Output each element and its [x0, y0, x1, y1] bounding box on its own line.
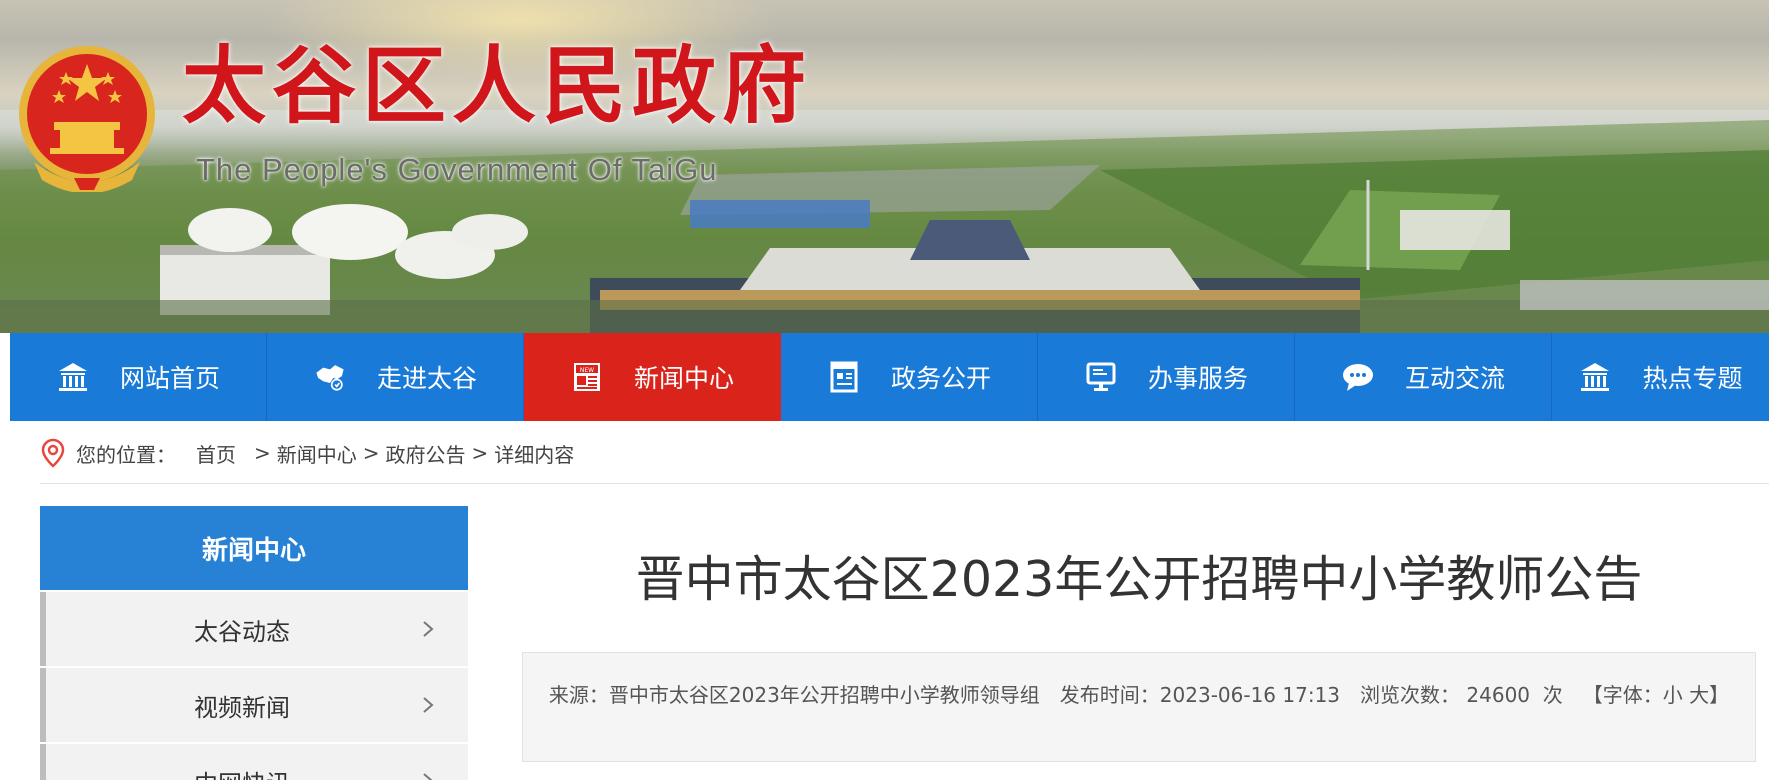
sidebar-item-label: 视频新闻	[194, 693, 290, 722]
sidebar-item-video-news[interactable]: 视频新闻	[40, 668, 468, 742]
nav-item-news[interactable]: NEW 新闻中心	[524, 333, 781, 421]
nav-item-services[interactable]: 办事服务	[1038, 333, 1295, 421]
meta-font-suffix: 】	[1709, 683, 1730, 707]
nav-label: 政务公开	[890, 364, 991, 393]
breadcrumb-prefix: 您的位置：	[76, 442, 176, 467]
header-banner: 太谷区人民政府 The People's Government Of TaiGu	[0, 0, 1769, 333]
monitor-icon	[1084, 360, 1118, 394]
nav-item-topics[interactable]: 热点专题	[1552, 333, 1769, 421]
breadcrumb: 您的位置： 首页 > 新闻中心 > 政府公告 > 详细内容	[40, 432, 574, 474]
site-title: 太谷区人民政府	[182, 36, 813, 135]
sidebar: 新闻中心 太谷动态 视频新闻 中网快讯	[40, 506, 468, 780]
breadcrumb-link-detail[interactable]: 详细内容	[494, 439, 574, 468]
meta-views-unit: 次	[1542, 683, 1563, 707]
chat-icon	[1341, 360, 1375, 394]
nav-label: 新闻中心	[633, 364, 734, 393]
institution-icon	[1578, 360, 1612, 394]
sidebar-item-label: 太谷动态	[194, 617, 290, 646]
meta-views-label: 浏览次数：	[1360, 683, 1461, 707]
meta-source-label: 来源：	[548, 683, 609, 707]
nav-item-interaction[interactable]: 互动交流	[1295, 333, 1552, 421]
nav-label: 网站首页	[119, 364, 220, 393]
sidebar-item-taigu-news[interactable]: 太谷动态	[40, 592, 468, 666]
document-icon	[827, 360, 861, 394]
nav-item-gov-affairs[interactable]: 政务公开	[781, 333, 1038, 421]
institution-icon	[56, 360, 90, 394]
svg-text:NEW: NEW	[580, 367, 594, 374]
sidebar-title: 新闻中心	[40, 506, 468, 590]
nav-label: 走进太谷	[376, 364, 477, 393]
chevron-right-icon	[423, 697, 434, 713]
chevron-right-icon	[423, 773, 433, 780]
meta-font-prefix: 【字体：	[1582, 683, 1663, 707]
nav-label: 互动交流	[1404, 364, 1505, 393]
font-size-small-button[interactable]: 小	[1663, 683, 1683, 707]
breadcrumb-link-news[interactable]: 新闻中心	[277, 439, 357, 468]
nav-item-about[interactable]: 走进太谷	[267, 333, 524, 421]
breadcrumb-link-home[interactable]: 首页	[196, 439, 236, 468]
sidebar-item-flash-news[interactable]: 中网快讯	[40, 744, 468, 780]
map-region-icon	[313, 360, 347, 394]
breadcrumb-separator: >	[471, 441, 489, 465]
location-pin-icon	[41, 438, 65, 468]
breadcrumb-link-announcements[interactable]: 政府公告	[386, 439, 466, 468]
meta-publish-time: 2023-06-16 17:13	[1159, 683, 1341, 707]
breadcrumb-separator: >	[362, 441, 380, 465]
breadcrumb-divider	[40, 483, 1769, 484]
meta-views-count: 24600	[1466, 683, 1531, 707]
nav-label: 热点专题	[1642, 364, 1743, 393]
news-icon: NEW	[570, 360, 604, 394]
chevron-right-icon	[423, 621, 434, 637]
meta-source: 晋中市太谷区2023年公开招聘中小学教师领导组	[608, 683, 1040, 707]
nav-item-home[interactable]: 网站首页	[10, 333, 267, 421]
sidebar-item-label: 中网快讯	[46, 764, 468, 780]
breadcrumb-separator: >	[254, 441, 271, 465]
article-meta: 来源：晋中市太谷区2023年公开招聘中小学教师领导组 发布时间：2023-06-1…	[522, 652, 1756, 762]
site-subtitle: The People's Government Of TaiGu	[196, 152, 718, 187]
main-navigation: 网站首页 走进太谷 NEW 新闻中心 政务公开 办事服务 互动交流 热点专题	[10, 333, 1769, 421]
meta-publish-label: 发布时间：	[1059, 683, 1160, 707]
national-emblem-icon	[19, 46, 155, 192]
font-size-large-button[interactable]: 大	[1689, 683, 1709, 707]
nav-label: 办事服务	[1147, 364, 1248, 393]
article-title: 晋中市太谷区2023年公开招聘中小学教师公告	[635, 551, 1643, 608]
